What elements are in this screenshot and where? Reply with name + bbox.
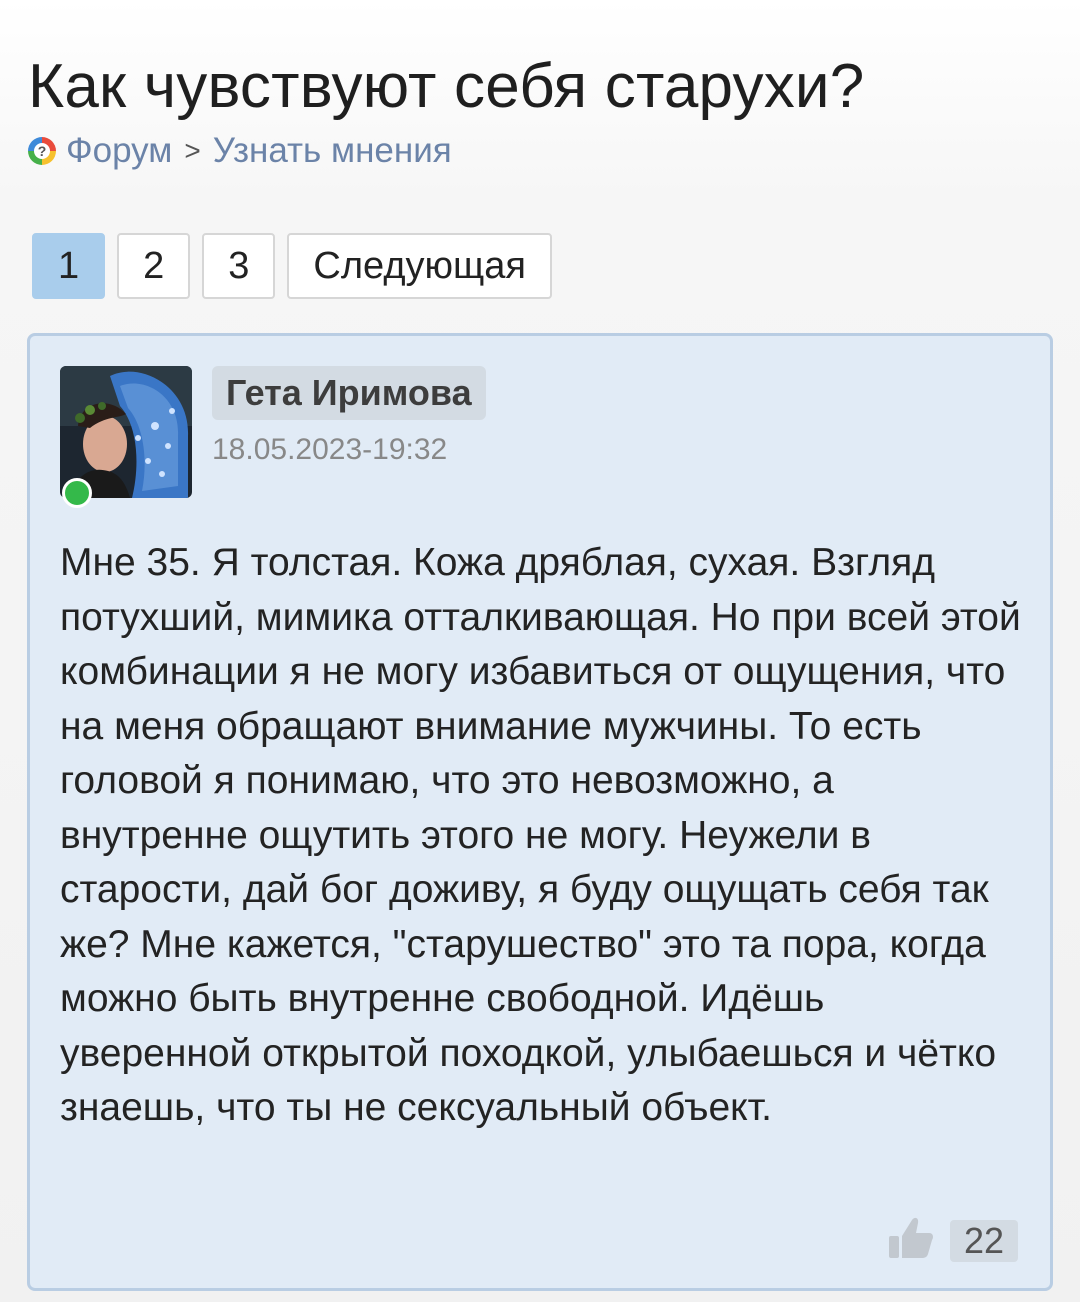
pagination: 1 2 3 Следующая [32,233,552,299]
page-3-button[interactable]: 3 [202,233,276,299]
forum-question-icon[interactable]: ? [28,137,56,165]
breadcrumb-forum-link[interactable]: Форум [66,130,172,172]
breadcrumb-separator: > [184,135,201,166]
author-name[interactable]: Гета Иримова [212,366,486,420]
forum-post: Гета Иримова 18.05.2023-19:32 Мне 35. Я … [27,333,1053,1291]
page-title: Как чувствуют себя старухи? [28,52,865,121]
online-status-indicator [62,478,92,508]
page-2-button[interactable]: 2 [117,233,191,299]
post-text: Мне 35. Я толстая. Кожа дряблая, сухая. … [60,541,1021,1129]
breadcrumb: ? Форум > Узнать мнения [28,130,452,172]
breadcrumb-section-link[interactable]: Узнать мнения [213,130,452,172]
page-1-button[interactable]: 1 [32,233,106,299]
thumbs-up-icon[interactable] [888,1216,934,1260]
next-page-button[interactable]: Следующая [287,233,552,299]
like-count: 22 [950,1220,1019,1262]
post-date: 18.05.2023-19:32 [212,433,448,466]
